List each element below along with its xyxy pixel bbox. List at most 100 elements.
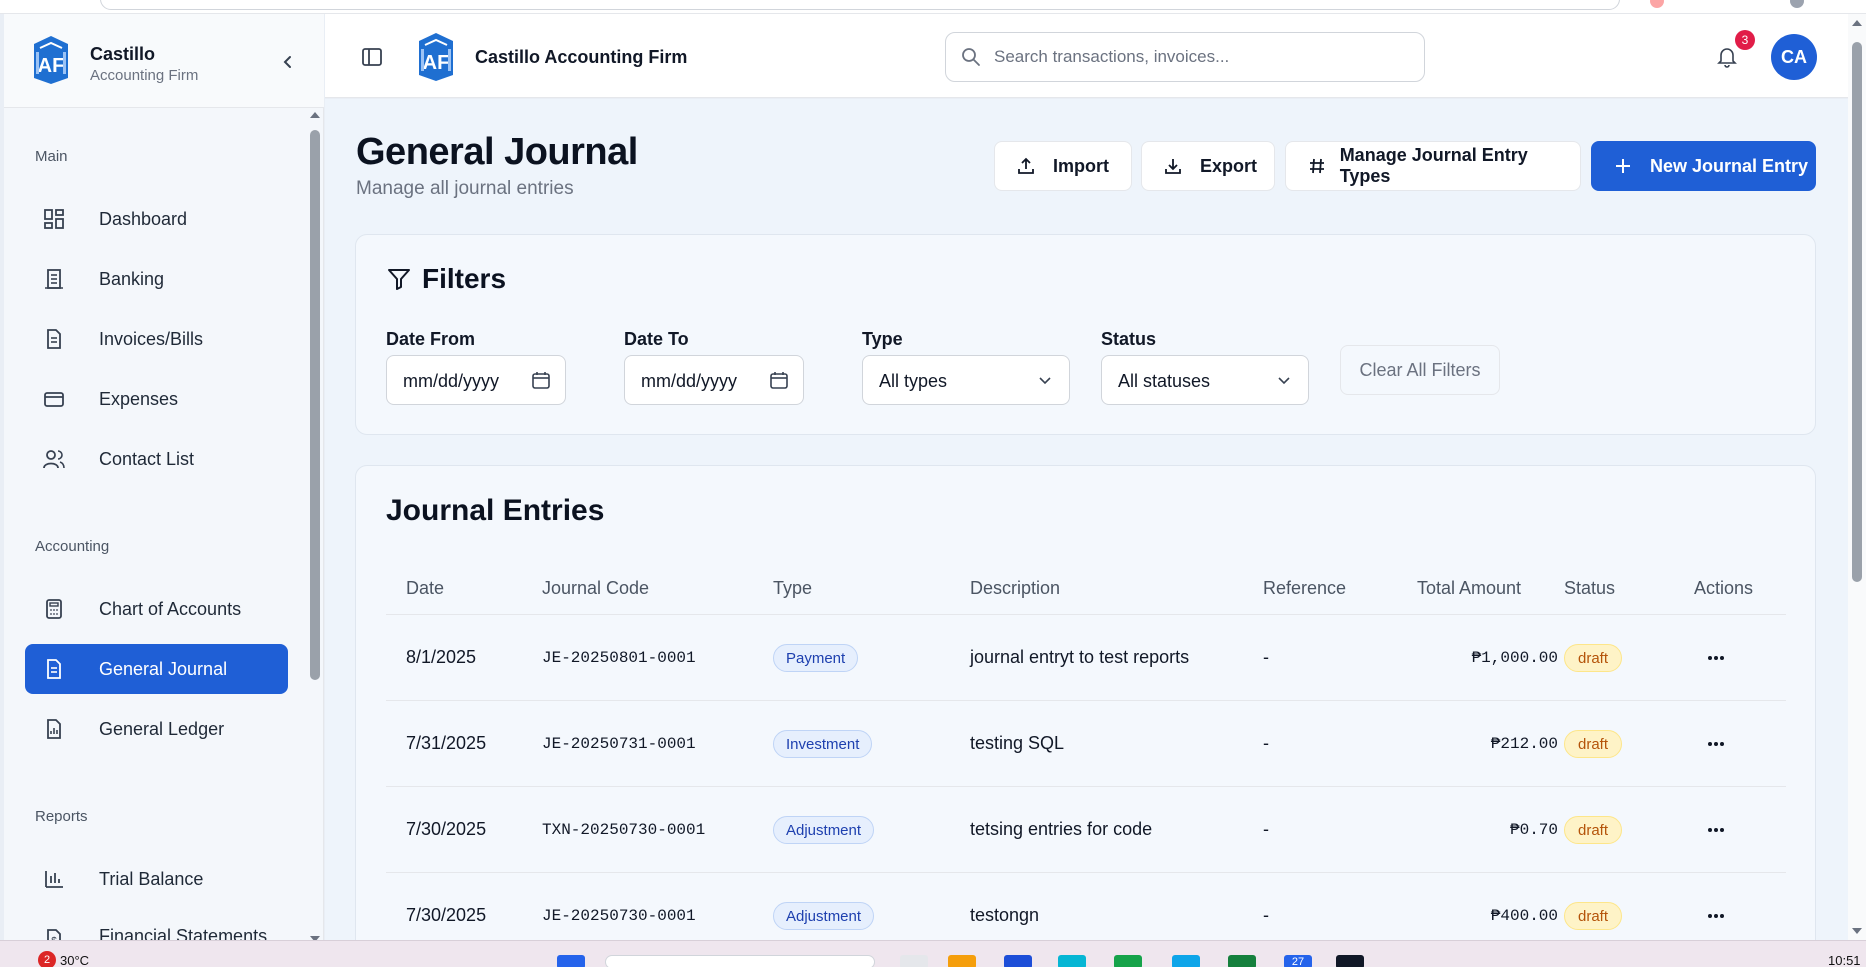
row-description: journal entryt to test reports [970, 647, 1190, 667]
start-menu-icon[interactable] [557, 955, 585, 967]
chrome-browser-icon[interactable] [1114, 955, 1142, 967]
sidebar-item-general-ledger[interactable]: General Ledger [25, 704, 288, 754]
row-journal-code: TXN-20250730-0001 [542, 821, 706, 839]
type-badge: Adjustment [773, 902, 875, 930]
app-icon[interactable] [1172, 955, 1200, 967]
sidebar-item-expenses[interactable]: Expenses [25, 374, 288, 424]
row-description: tetsing entries for code [970, 819, 1153, 839]
row-actions-button[interactable] [1704, 820, 1728, 840]
bar-chart-icon [42, 867, 66, 891]
row-date: 7/30/2025 [406, 819, 487, 839]
sidebar-scrollbar[interactable] [308, 110, 322, 944]
edge-browser-icon[interactable] [1058, 955, 1086, 967]
collapse-sidebar-button[interactable] [276, 50, 300, 74]
sidebar-brand-subtitle: Accounting Firm [90, 67, 199, 84]
app-badge-icon[interactable]: 27 [1284, 955, 1312, 967]
excel-icon[interactable] [1228, 955, 1256, 967]
row-journal-code: JE-20250731-0001 [542, 735, 696, 753]
row-date: 7/31/2025 [406, 733, 487, 753]
journal-icon [42, 657, 66, 681]
calendar-icon[interactable] [531, 370, 551, 390]
sidebar-scrollbar-thumb[interactable] [310, 130, 320, 680]
date-from-value: mm/dd/yyyy [403, 371, 500, 391]
date-to-input[interactable]: mm/dd/yyyy [624, 355, 804, 405]
browser-profile-icon[interactable] [1790, 0, 1804, 8]
scroll-down-arrow-icon[interactable] [1848, 926, 1866, 936]
row-total-amount: ₱0.70 [1509, 821, 1558, 839]
main-content: General Journal Manage all journal entri… [325, 99, 1848, 940]
calendar-icon[interactable] [769, 370, 789, 390]
upload-icon [1015, 155, 1037, 177]
task-view-icon[interactable] [900, 955, 928, 967]
file-explorer-icon[interactable] [948, 955, 976, 967]
export-button[interactable]: Export [1141, 141, 1275, 191]
sidebar-item-trial-balance[interactable]: Trial Balance [25, 854, 288, 904]
table-row[interactable]: 7/30/2025 TXN-20250730-0001 Adjustment t… [386, 787, 1786, 873]
system-clock[interactable]: 10:51 [1828, 953, 1861, 967]
sidebar-toggle-icon[interactable] [361, 46, 383, 68]
sidebar-item-label: Financial Statements [99, 926, 268, 940]
sidebar-item-label: Expenses [99, 388, 179, 409]
search-icon [962, 48, 980, 66]
journal-entries-card: Journal Entries Date Journal Code Type D… [355, 465, 1816, 940]
column-header-type[interactable]: Type [773, 578, 812, 599]
browser-extension-icon[interactable] [1650, 0, 1664, 8]
svg-text:AF: AF [38, 55, 65, 77]
user-avatar[interactable]: CA [1771, 34, 1817, 80]
terminal-icon[interactable] [1336, 955, 1364, 967]
type-select[interactable]: All types [862, 355, 1070, 405]
row-actions-button[interactable] [1704, 734, 1728, 754]
row-total-amount: ₱212.00 [1490, 735, 1558, 753]
column-header-description[interactable]: Description [970, 578, 1060, 599]
sidebar-item-financial-statements[interactable]: $ Financial Statements [25, 914, 288, 940]
page-scrollbar-thumb[interactable] [1852, 42, 1862, 582]
row-date: 8/1/2025 [406, 647, 477, 667]
search-box[interactable] [945, 32, 1425, 82]
date-from-label: Date From [386, 329, 476, 349]
row-actions-button[interactable] [1704, 906, 1728, 926]
type-badge: Adjustment [773, 816, 875, 844]
download-icon [1162, 155, 1184, 177]
journal-entries-title: Journal Entries [386, 494, 605, 527]
browser-url-bar[interactable] [100, 0, 1620, 10]
bell-icon[interactable] [1715, 44, 1739, 68]
table-row[interactable]: 7/30/2025 JE-20250730-0001 Adjustment te… [386, 873, 1786, 940]
status-badge: draft [1564, 730, 1623, 758]
scroll-up-arrow-icon[interactable] [308, 110, 322, 120]
table-row[interactable]: 7/31/2025 JE-20250731-0001 Investment te… [386, 701, 1786, 787]
sidebar-item-chart-of-accounts[interactable]: Chart of Accounts [25, 584, 288, 634]
table-row[interactable]: 8/1/2025 JE-20250801-0001 Payment journa… [386, 615, 1786, 701]
page-scrollbar[interactable] [1848, 14, 1866, 940]
invoice-icon [42, 327, 66, 351]
more-horizontal-icon [1708, 742, 1724, 746]
manage-journal-entry-types-button[interactable]: Manage Journal Entry Types [1285, 141, 1581, 191]
status-badge: draft [1564, 816, 1623, 844]
sidebar-item-dashboard[interactable]: Dashboard [25, 194, 288, 244]
row-actions-button[interactable] [1704, 648, 1728, 668]
date-from-input[interactable]: mm/dd/yyyy [386, 355, 566, 405]
new-journal-entry-button[interactable]: New Journal Entry [1591, 141, 1816, 191]
more-horizontal-icon [1708, 656, 1724, 660]
sidebar-item-label: Trial Balance [99, 868, 204, 889]
status-select-value: All statuses [1118, 371, 1211, 391]
clear-all-filters-button[interactable]: Clear All Filters [1340, 345, 1500, 395]
column-header-date[interactable]: Date [406, 578, 444, 599]
sidebar-section-accounting: Accounting [35, 538, 110, 555]
sidebar-item-contact-list[interactable]: Contact List [25, 434, 288, 484]
sidebar-item-invoices-bills[interactable]: Invoices/Bills [25, 314, 288, 364]
scroll-up-arrow-icon[interactable] [1848, 18, 1866, 28]
sidebar-item-general-journal[interactable]: General Journal [25, 644, 288, 694]
import-button[interactable]: Import [994, 141, 1132, 191]
weather-temperature[interactable]: 30°C [60, 953, 89, 967]
column-header-status[interactable]: Status [1564, 578, 1615, 599]
sidebar-item-banking[interactable]: Banking [25, 254, 288, 304]
hash-icon [1306, 155, 1328, 177]
search-input[interactable] [994, 43, 1414, 71]
status-select[interactable]: All statuses [1101, 355, 1309, 405]
column-header-total-amount[interactable]: Total Amount [1417, 578, 1521, 599]
store-icon[interactable] [1004, 955, 1032, 967]
column-header-reference[interactable]: Reference [1263, 578, 1346, 599]
taskbar-search-box[interactable] [605, 955, 875, 967]
column-header-journal-code[interactable]: Journal Code [542, 578, 649, 599]
row-journal-code: JE-20250801-0001 [542, 649, 696, 667]
